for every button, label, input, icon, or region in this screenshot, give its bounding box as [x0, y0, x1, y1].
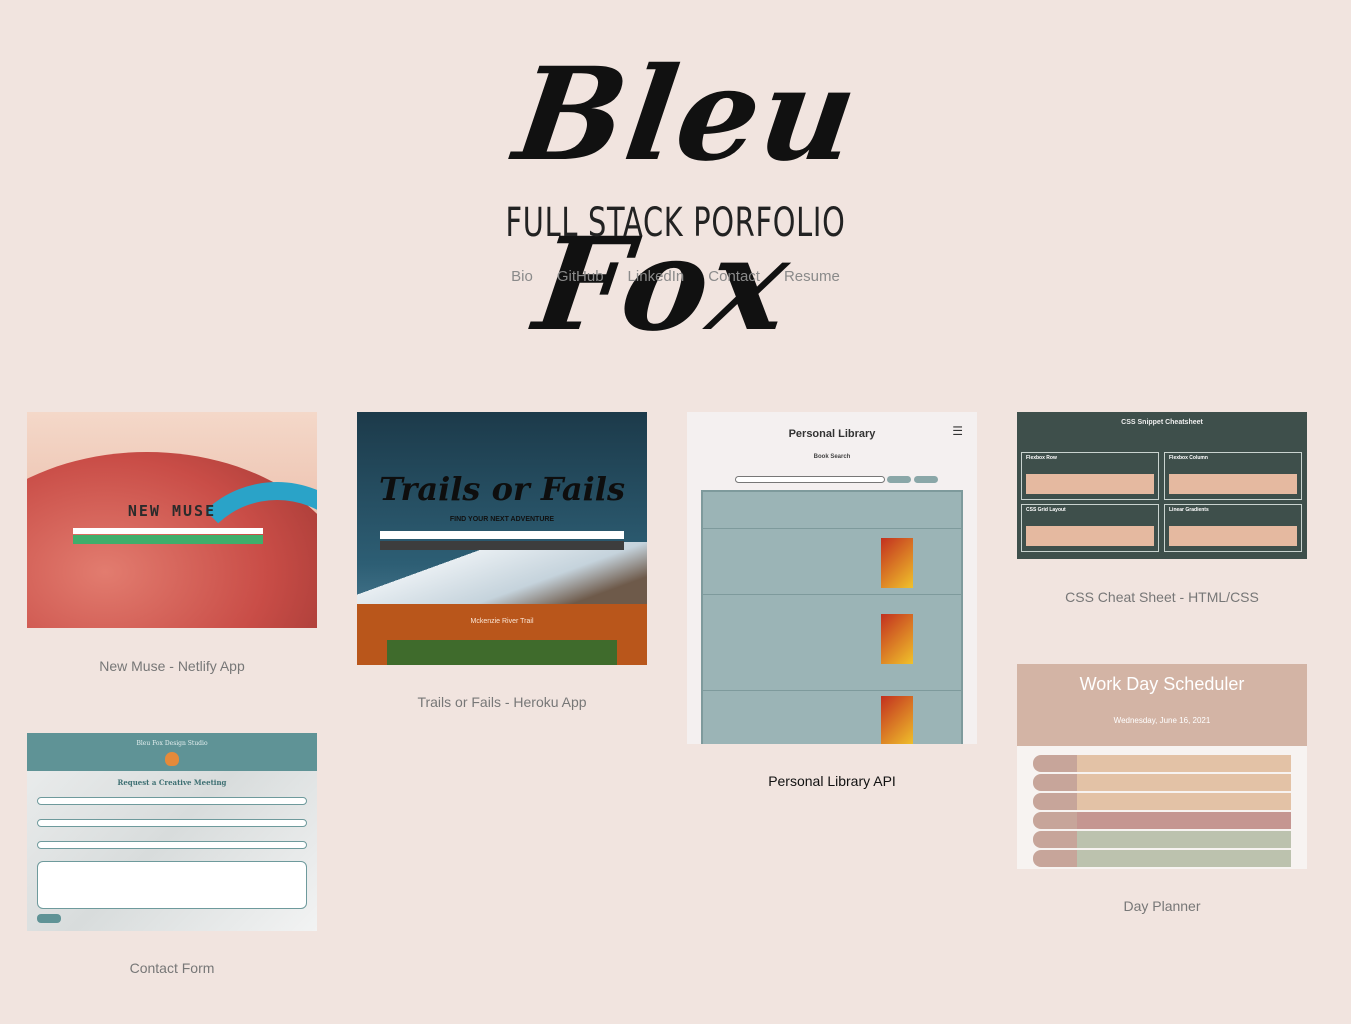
project-card-contact-form[interactable]: Bleu Fox Design Studio Request a Creativ… — [27, 733, 317, 976]
book-cover-image — [881, 696, 913, 744]
hamburger-menu-icon: ☰ — [952, 424, 963, 438]
thumb-reset-button — [914, 476, 938, 483]
fox-icon — [165, 752, 179, 766]
thumb-button — [73, 535, 263, 544]
table-row — [703, 594, 961, 595]
thumb-field — [37, 819, 307, 827]
thumb-title: Bleu Fox Design Studio — [136, 740, 208, 747]
thumb-code-block — [1169, 474, 1297, 494]
table-row — [703, 528, 961, 529]
table-row — [703, 690, 961, 691]
nav-github-link[interactable]: GitHub — [557, 268, 604, 285]
thumb-search-button — [887, 476, 911, 483]
thumb-box: CSS Grid Layout — [1021, 504, 1159, 552]
thumb-code-block — [1169, 526, 1297, 546]
thumb-box-label: Flexbox Column — [1169, 455, 1208, 461]
thumb-code-block — [1026, 526, 1154, 546]
project-card-css-cheat-sheet[interactable]: CSS Snippet Cheatsheet Flexbox Row Flexb… — [1017, 412, 1307, 605]
thumb-field — [37, 797, 307, 805]
main-nav: Bio GitHub LinkedIn Contact Resume — [0, 268, 1351, 285]
project-thumbnail[interactable]: Trails or Fails FIND YOUR NEXT ADVENTURE… — [357, 412, 647, 665]
thumb-search-input — [735, 476, 885, 483]
project-caption[interactable]: Day Planner — [1017, 898, 1307, 914]
thumb-title: NEW MUSE — [127, 502, 217, 520]
thumb-input — [73, 528, 263, 534]
thumb-title: Work Day Scheduler — [1079, 674, 1245, 694]
thumb-tagline: FIND YOUR NEXT ADVENTURE — [449, 516, 555, 523]
thumb-date: Wednesday, June 16, 2021 — [1113, 716, 1211, 725]
book-cover-image — [881, 614, 913, 664]
time-slot — [1033, 831, 1291, 848]
book-cover-image — [881, 538, 913, 588]
project-thumbnail[interactable]: NEW MUSE — [27, 412, 317, 628]
logo: Bleu Fox — [410, 30, 940, 360]
thumb-title: CSS Snippet Cheatsheet — [1121, 419, 1203, 426]
project-card-day-planner[interactable]: Work Day Scheduler Wednesday, June 16, 2… — [1017, 664, 1307, 914]
thumb-box-label: Flexbox Row — [1026, 455, 1057, 461]
thumb-location: Mckenzie River Trail — [470, 618, 534, 625]
nav-resume-link[interactable]: Resume — [784, 268, 840, 285]
thumb-box: Flexbox Column — [1164, 452, 1302, 500]
thumb-results-table — [701, 490, 963, 744]
time-slot — [1033, 812, 1291, 829]
thumb-submit-button — [37, 914, 61, 923]
project-caption[interactable]: Contact Form — [27, 960, 317, 976]
thumb-subtitle: Book Search — [813, 454, 851, 460]
project-card-new-muse[interactable]: NEW MUSE New Muse - Netlify App — [27, 412, 317, 674]
project-thumbnail[interactable]: Bleu Fox Design Studio Request a Creativ… — [27, 733, 317, 931]
nav-linkedin-link[interactable]: LinkedIn — [628, 268, 685, 285]
project-card-personal-library[interactable]: Personal Library ☰ Book Search Personal … — [687, 412, 977, 789]
nav-contact-link[interactable]: Contact — [708, 268, 760, 285]
time-slot — [1033, 774, 1291, 791]
project-caption[interactable]: Trails or Fails - Heroku App — [357, 694, 647, 710]
project-caption[interactable]: New Muse - Netlify App — [27, 658, 317, 674]
thumb-field — [37, 841, 307, 849]
thumb-box: Linear Gradients — [1164, 504, 1302, 552]
time-slot — [1033, 850, 1291, 867]
trees-image — [387, 640, 617, 665]
thumb-code-block — [1026, 474, 1154, 494]
thumb-subtitle: Request a Creative Meeting — [117, 778, 227, 787]
time-slot — [1033, 755, 1291, 772]
project-thumbnail[interactable]: Personal Library ☰ Book Search — [687, 412, 977, 744]
thumb-title: Personal Library — [788, 428, 876, 440]
project-caption[interactable]: CSS Cheat Sheet - HTML/CSS — [1017, 589, 1307, 605]
project-thumbnail[interactable]: CSS Snippet Cheatsheet Flexbox Row Flexb… — [1017, 412, 1307, 559]
project-thumbnail[interactable]: Work Day Scheduler Wednesday, June 16, 2… — [1017, 664, 1307, 869]
nav-bio-link[interactable]: Bio — [511, 268, 533, 285]
thumb-box: Flexbox Row — [1021, 452, 1159, 500]
time-slot — [1033, 793, 1291, 810]
thumb-box-label: Linear Gradients — [1169, 507, 1209, 513]
thumb-input — [380, 531, 624, 539]
project-caption[interactable]: Personal Library API — [687, 773, 977, 789]
mountain-image — [357, 542, 647, 612]
thumb-button — [380, 541, 624, 550]
thumb-box-label: CSS Grid Layout — [1026, 507, 1066, 513]
thumb-title: Trails or Fails — [379, 470, 625, 508]
project-card-trails-or-fails[interactable]: Trails or Fails FIND YOUR NEXT ADVENTURE… — [357, 412, 647, 710]
thumb-textarea — [37, 861, 307, 909]
page-subtitle: FULL STACK PORFOLIO — [505, 200, 846, 246]
